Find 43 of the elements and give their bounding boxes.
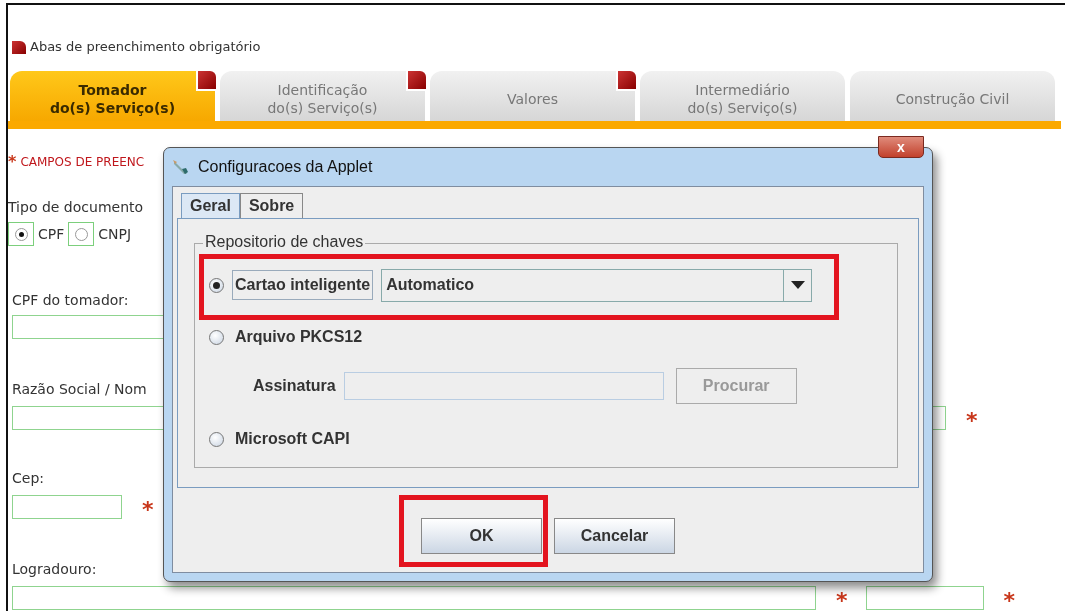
radio-label: CPF [38,224,65,244]
required-note: CAMPOS DE PREENC [20,154,145,171]
field-label: CPF do tomador: [11,291,129,310]
dialog-button[interactable]: OK [421,518,542,554]
input-field[interactable] [343,372,664,400]
form-tab[interactable]: Identificação do(s) Serviço(s) [220,71,425,121]
radio-button[interactable] [209,277,224,293]
input-field[interactable] [865,586,984,610]
dropdown-value: Automatico [386,275,475,295]
required-asterisk: * [142,499,154,521]
radio-button[interactable] [14,227,28,241]
tab[interactable]: Geral [181,193,240,218]
required-asterisk: * [836,590,848,611]
pen-icon [172,158,190,176]
radio-label: Microsoft CAPI [234,429,351,449]
radio-label: CNPJ [98,224,132,244]
window-title: Configuracoes da Applet [198,157,373,177]
form-tab[interactable]: Valores [430,71,635,121]
field-label: Logradouro: [11,560,97,579]
form-tab[interactable]: Intermediário do(s) Serviço(s) [640,71,845,121]
caret-icon [790,281,805,289]
radio-label: Cartao inteligente [232,270,374,300]
radio-button[interactable] [74,227,88,241]
field-label: Tipo de documento [8,198,144,217]
form-tab[interactable]: Tomador do(s) Serviço(s) [10,71,215,121]
dialog-button[interactable]: Cancelar [554,518,675,554]
group-title: Repositorio de chaves [203,233,366,251]
asterisk-icon: * [8,154,17,170]
dropdown[interactable]: Automatico [381,268,813,302]
field-label: Assinatura [253,376,336,396]
legend-text: Abas de preenchimento obrigatório [30,38,261,57]
required-flag-icon [12,40,26,54]
close-button[interactable]: x [878,136,924,158]
required-asterisk: * [966,410,978,432]
input-field[interactable] [12,495,122,519]
radio-button[interactable] [209,431,224,447]
input-field[interactable] [12,586,816,610]
required-asterisk: * [1003,590,1016,611]
field-label: Razão Social / Nom [11,380,147,399]
form-tab[interactable]: Construção Civil [850,71,1055,121]
field-label: Cep: [11,469,44,488]
tab[interactable]: Sobre [239,193,304,218]
radio-label: Arquivo PKCS12 [234,327,364,347]
